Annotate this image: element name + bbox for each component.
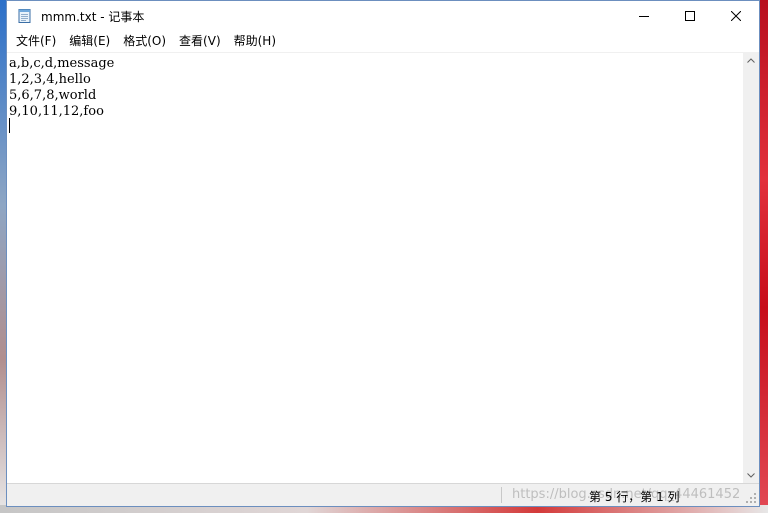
text-line: 5,6,7,8,world — [9, 88, 97, 103]
text-line: a,b,c,d,message — [9, 56, 115, 71]
scroll-down-button[interactable] — [743, 467, 759, 483]
minimize-button[interactable] — [621, 1, 667, 31]
menu-bar: 文件(F) 编辑(E) 格式(O) 查看(V) 帮助(H) — [7, 31, 759, 51]
resize-grip-icon[interactable] — [745, 492, 757, 504]
close-icon — [731, 11, 741, 21]
minimize-icon — [639, 16, 649, 17]
chevron-down-icon — [747, 472, 755, 478]
cursor-position: 第 5 行，第 1 列 — [589, 490, 680, 504]
status-bar: https://blog.csdn.net/qq_44461452 第 5 行，… — [7, 483, 759, 506]
menu-format[interactable]: 格式(O) — [116, 31, 172, 51]
text-line: 9,10,11,12,foo — [9, 104, 104, 119]
title-bar[interactable]: mmm.txt - 记事本 — [7, 1, 759, 31]
menu-edit[interactable]: 编辑(E) — [62, 31, 116, 51]
notepad-icon[interactable] — [17, 8, 33, 24]
status-divider — [501, 487, 502, 503]
text-editor[interactable]: a,b,c,d,message 1,2,3,4,hello 5,6,7,8,wo… — [7, 52, 743, 484]
vertical-scrollbar[interactable] — [743, 52, 759, 483]
menu-view[interactable]: 查看(V) — [172, 31, 227, 51]
maximize-button[interactable] — [667, 1, 713, 31]
menu-help[interactable]: 帮助(H) — [227, 31, 282, 51]
maximize-icon — [685, 11, 695, 21]
text-caret — [9, 118, 10, 133]
close-button[interactable] — [713, 1, 759, 31]
scroll-up-button[interactable] — [743, 52, 759, 68]
text-line: 1,2,3,4,hello — [9, 72, 91, 87]
window-title: mmm.txt - 记事本 — [41, 10, 145, 24]
notepad-window: mmm.txt - 记事本 文件(F) 编辑(E) 格式(O) 查看(V) 帮助… — [6, 0, 760, 507]
chevron-up-icon — [747, 57, 755, 63]
menu-file[interactable]: 文件(F) — [9, 31, 62, 51]
